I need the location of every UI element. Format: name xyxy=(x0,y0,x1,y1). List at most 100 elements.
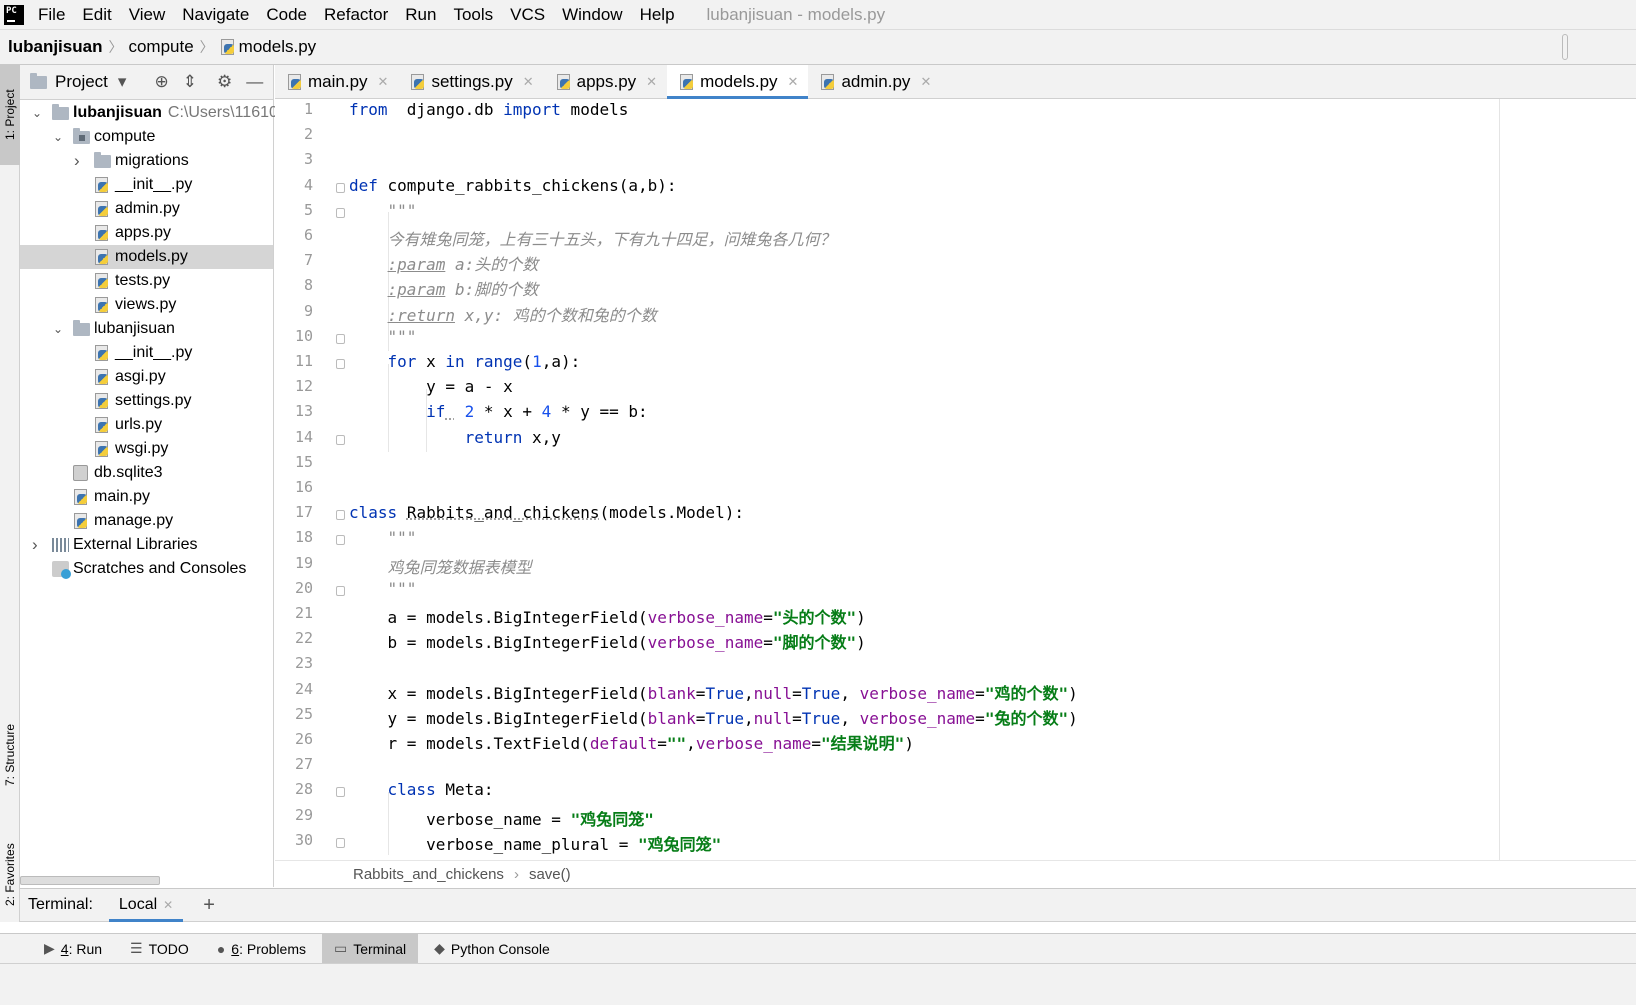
menu-file[interactable]: File xyxy=(38,5,65,25)
project-tool-tab[interactable]: 1: Project xyxy=(0,65,20,165)
line-number[interactable]: 15 xyxy=(275,453,313,471)
menu-run[interactable]: Run xyxy=(405,5,436,25)
fold-marker-icon[interactable] xyxy=(336,359,345,369)
editor-tab[interactable]: apps.py ✕ xyxy=(544,65,667,98)
breadcrumb-folder[interactable]: compute xyxy=(128,37,193,57)
code-line[interactable]: :param a:头的个数 xyxy=(349,251,539,275)
menu-vcs[interactable]: VCS xyxy=(510,5,545,25)
line-number[interactable]: 5 xyxy=(275,201,313,219)
line-number[interactable]: 17 xyxy=(275,503,313,521)
terminal-tab-local[interactable]: Local ✕ xyxy=(108,888,184,922)
line-number[interactable]: 26 xyxy=(275,730,313,748)
editor-tab[interactable]: main.py ✕ xyxy=(275,65,398,98)
line-number[interactable]: 16 xyxy=(275,478,313,496)
code-line[interactable]: """ xyxy=(349,579,417,598)
code-line[interactable]: x = models.BigIntegerField(blank=True,nu… xyxy=(349,680,1078,704)
project-horizontal-scrollbar[interactable] xyxy=(20,876,160,885)
code-line[interactable]: :return x,y: 鸡的个数和兔的个数 xyxy=(349,302,657,326)
menu-code[interactable]: Code xyxy=(266,5,307,25)
close-icon[interactable]: ✕ xyxy=(920,74,931,90)
chevron-down-icon[interactable]: ⌄ xyxy=(53,322,63,336)
code-line[interactable]: :param b:脚的个数 xyxy=(349,276,539,300)
line-number[interactable]: 27 xyxy=(275,755,313,773)
tree-item[interactable]: __init__.py xyxy=(20,173,273,197)
code-line[interactable]: """ xyxy=(349,528,417,547)
chevron-down-icon[interactable]: ⌄ xyxy=(32,106,42,120)
line-number[interactable]: 10 xyxy=(275,327,313,345)
tree-item[interactable]: views.py xyxy=(20,293,273,317)
fold-marker-icon[interactable] xyxy=(336,535,345,546)
fold-marker-icon[interactable] xyxy=(336,434,345,445)
line-number[interactable]: 2 xyxy=(275,125,313,143)
tree-item[interactable]: main.py xyxy=(20,485,273,509)
line-number[interactable]: 24 xyxy=(275,680,313,698)
code-line[interactable]: for x in range(1,a): xyxy=(349,352,581,371)
fold-marker-icon[interactable] xyxy=(336,585,345,596)
breadcrumb-class[interactable]: Rabbits_and_chickens xyxy=(353,866,504,883)
code-line[interactable]: 今有雉兔同笼，上有三十五头，下有九十四足，问雉兔各几何？ xyxy=(349,226,836,250)
locate-icon[interactable]: ⊕ xyxy=(154,72,168,92)
code-line[interactable]: from django.db import models xyxy=(349,100,628,119)
line-number[interactable]: 22 xyxy=(275,629,313,647)
chevron-right-icon[interactable]: › xyxy=(74,151,80,171)
code-line[interactable]: def compute_rabbits_chickens(a,b): xyxy=(349,176,677,195)
tool-window-problems[interactable]: ● 6: Problems xyxy=(205,934,318,964)
code-line[interactable]: b = models.BigIntegerField(verbose_name=… xyxy=(349,629,866,653)
line-number[interactable]: 18 xyxy=(275,528,313,546)
editor-tab[interactable]: settings.py ✕ xyxy=(398,65,543,98)
tree-item[interactable]: models.py xyxy=(20,245,273,269)
line-number[interactable]: 30 xyxy=(275,831,313,849)
code-line[interactable]: verbose_name_plural = "鸡兔同笼" xyxy=(349,831,721,855)
tree-item[interactable]: › migrations xyxy=(20,149,273,173)
terminal-content[interactable] xyxy=(0,922,1636,933)
line-number[interactable]: 29 xyxy=(275,806,313,824)
tree-item[interactable]: settings.py xyxy=(20,389,273,413)
close-icon[interactable]: ✕ xyxy=(378,74,389,90)
tool-window-python-console[interactable]: ◆ Python Console xyxy=(422,934,562,964)
line-number[interactable]: 28 xyxy=(275,780,313,798)
code-line[interactable]: if 2 * x + 4 * y == b: xyxy=(349,402,648,421)
line-number[interactable]: 9 xyxy=(275,302,313,320)
gear-icon[interactable]: ⚙ xyxy=(217,72,232,92)
close-icon[interactable]: ✕ xyxy=(523,74,534,90)
line-number[interactable]: 23 xyxy=(275,654,313,672)
tree-item[interactable]: ⌄ compute xyxy=(20,125,273,149)
code-line[interactable]: verbose_name = "鸡兔同笼" xyxy=(349,806,654,830)
tree-item[interactable]: tests.py xyxy=(20,269,273,293)
tool-window-run[interactable]: ▶ 4: Run xyxy=(32,934,114,964)
close-icon[interactable]: ✕ xyxy=(163,898,173,912)
code-editor[interactable]: 1 2 3 4 5 6 7 8 9 10 11 12 13 14 15 16 17 18 19 20 21 22 23 24 2… xyxy=(275,99,1636,860)
line-number[interactable]: 21 xyxy=(275,604,313,622)
chevron-down-icon[interactable]: ▾ xyxy=(118,72,127,92)
tree-item[interactable]: ⌄ lubanjisuan C:\Users\11610\ xyxy=(20,101,282,125)
fold-marker-icon[interactable] xyxy=(336,510,345,521)
code-line[interactable]: class Meta: xyxy=(349,780,494,799)
breadcrumb-method[interactable]: save() xyxy=(529,866,571,883)
code-line[interactable]: r = models.TextField(default="",verbose_… xyxy=(349,730,914,754)
line-number[interactable]: 13 xyxy=(275,402,313,420)
menu-tools[interactable]: Tools xyxy=(453,5,493,25)
line-number[interactable]: 7 xyxy=(275,251,313,269)
tree-item[interactable]: urls.py xyxy=(20,413,273,437)
fold-marker-icon[interactable] xyxy=(336,837,345,848)
editor-tab[interactable]: admin.py ✕ xyxy=(808,65,941,98)
line-number[interactable]: 19 xyxy=(275,554,313,572)
line-number[interactable]: 25 xyxy=(275,705,313,723)
line-number[interactable]: 4 xyxy=(275,176,313,194)
tree-item[interactable]: __init__.py xyxy=(20,341,273,365)
tree-item[interactable]: Scratches and Consoles xyxy=(20,557,273,581)
tool-window-terminal[interactable]: ▭ Terminal xyxy=(322,933,419,964)
tree-item[interactable]: admin.py xyxy=(20,197,273,221)
close-icon[interactable]: ✕ xyxy=(788,74,799,90)
line-number[interactable]: 14 xyxy=(275,428,313,446)
add-terminal-icon[interactable]: + xyxy=(203,894,215,917)
code-line[interactable]: y = models.BigIntegerField(blank=True,nu… xyxy=(349,705,1078,729)
menu-help[interactable]: Help xyxy=(640,5,675,25)
menu-navigate[interactable]: Navigate xyxy=(182,5,249,25)
line-number[interactable]: 8 xyxy=(275,276,313,294)
tree-item[interactable]: wsgi.py xyxy=(20,437,273,461)
tool-window-todo[interactable]: ☰ TODO xyxy=(118,934,201,964)
collapse-all-icon[interactable]: ⇕ xyxy=(183,72,197,92)
code-line[interactable]: class Rabbits_and_chickens(models.Model)… xyxy=(349,503,744,522)
tree-item[interactable]: ⌄ lubanjisuan xyxy=(20,317,273,341)
